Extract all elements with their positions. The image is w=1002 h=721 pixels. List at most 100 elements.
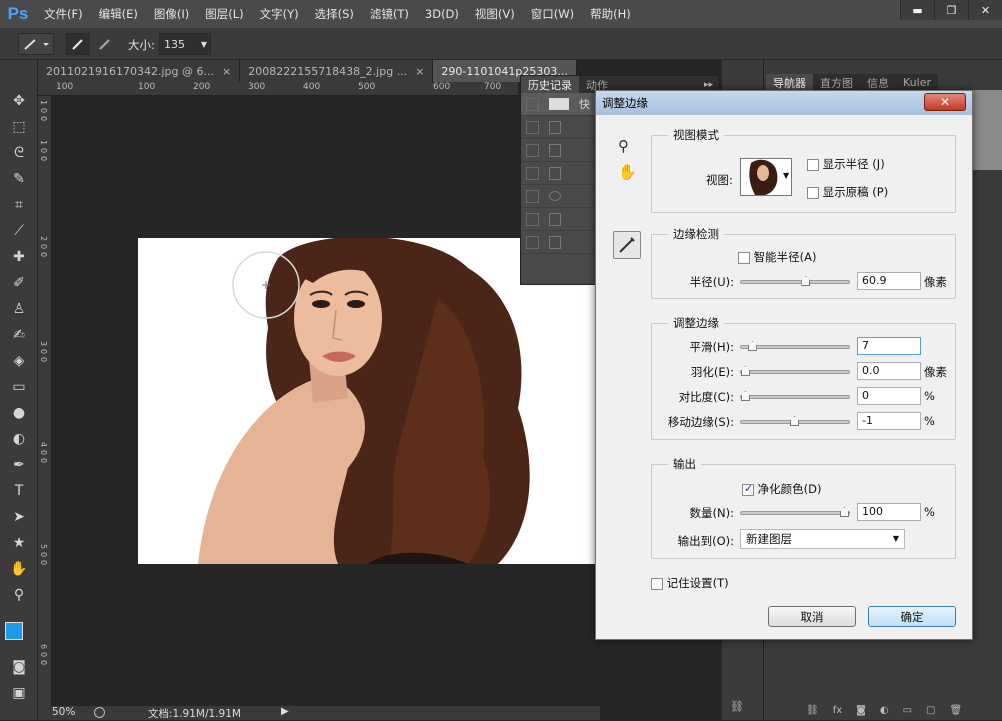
menu-help[interactable]: 帮助(H) xyxy=(582,6,639,22)
folder-icon[interactable]: ▭ xyxy=(903,705,912,720)
smooth-input[interactable]: 7 xyxy=(857,337,921,355)
show-original-option[interactable]: 显示原稿 (P) xyxy=(807,184,888,200)
smart-radius-option[interactable]: 智能半径(A) xyxy=(738,249,817,265)
link-layers-icon[interactable]: ⛓ xyxy=(806,705,819,720)
status-icon[interactable] xyxy=(94,707,105,718)
menu-3d[interactable]: 3D(D) xyxy=(417,7,467,21)
remember-settings-option[interactable]: 记住设置(T) xyxy=(651,575,729,591)
history-checkbox[interactable] xyxy=(526,212,539,226)
smooth-slider[interactable] xyxy=(740,341,850,351)
shape-tool-icon[interactable]: ★ xyxy=(6,532,32,554)
contrast-slider[interactable] xyxy=(740,391,850,401)
size-input[interactable]: 135 ▼ xyxy=(159,33,211,55)
menu-filter[interactable]: 滤镜(T) xyxy=(362,6,417,22)
history-checkbox[interactable] xyxy=(526,189,539,203)
menu-image[interactable]: 图像(I) xyxy=(146,6,197,22)
history-checkbox[interactable] xyxy=(526,235,539,249)
tab-info[interactable]: 信息 xyxy=(860,74,896,91)
tab-document-1[interactable]: 2011021916170342.jpg @ 6... × xyxy=(38,60,241,82)
amount-input[interactable]: 100 xyxy=(857,503,921,521)
feather-input[interactable]: 0.0 xyxy=(857,362,921,380)
dialog-close-button[interactable]: ✕ xyxy=(924,93,966,111)
shift-edge-slider-thumb[interactable] xyxy=(790,416,799,426)
decontaminate-checkbox[interactable] xyxy=(742,482,754,496)
hand-tool-icon[interactable]: ✋ xyxy=(618,163,637,181)
history-brush-tool-icon[interactable]: ✍ xyxy=(6,324,32,346)
brush-tool-icon[interactable]: ✐ xyxy=(6,272,32,294)
radius-input[interactable]: 60.9 xyxy=(857,272,921,290)
document-image[interactable] xyxy=(138,238,600,564)
menu-edit[interactable]: 编辑(E) xyxy=(91,6,146,22)
amount-slider-thumb[interactable] xyxy=(840,507,849,517)
show-original-checkbox[interactable] xyxy=(807,186,819,199)
quick-mask-icon[interactable]: ◙ xyxy=(6,656,32,678)
show-radius-checkbox[interactable] xyxy=(807,158,819,171)
screen-mode-icon[interactable]: ▣ xyxy=(6,682,32,704)
menu-view[interactable]: 视图(V) xyxy=(467,6,523,22)
hand-tool-icon[interactable]: ✋ xyxy=(6,558,32,580)
menu-window[interactable]: 窗口(W) xyxy=(523,6,582,22)
restore-button[interactable]: ❐ xyxy=(934,0,968,20)
crop-tool-icon[interactable]: ⌗ xyxy=(6,194,32,216)
tab-kuler[interactable]: Kuler xyxy=(896,74,938,91)
refine-radius-tool-button[interactable] xyxy=(613,231,641,259)
radius-slider-thumb[interactable] xyxy=(801,276,811,286)
mask-icon[interactable]: ◙ xyxy=(856,705,866,720)
cancel-button[interactable]: 取消 xyxy=(768,606,856,627)
blur-tool-icon[interactable]: ● xyxy=(6,402,32,424)
foreground-color-swatch[interactable] xyxy=(5,622,23,640)
pen-tool-icon[interactable]: ✒ xyxy=(6,454,32,476)
brush-preset-picker[interactable] xyxy=(18,33,54,55)
radius-slider[interactable] xyxy=(740,276,850,286)
marquee-tool-icon[interactable]: ⬚ xyxy=(6,116,32,138)
remember-settings-checkbox[interactable] xyxy=(651,577,663,590)
show-radius-option[interactable]: 显示半径 (J) xyxy=(807,156,885,172)
trash-icon[interactable]: 🗑 xyxy=(950,705,963,720)
new-layer-icon[interactable]: ▢ xyxy=(926,705,935,720)
shift-edge-input[interactable]: -1 xyxy=(857,412,921,430)
shift-edge-slider[interactable] xyxy=(740,416,850,426)
decontaminate-option[interactable]: 净化颜色(D) xyxy=(742,481,821,497)
close-window-button[interactable]: ✕ xyxy=(968,0,1002,20)
view-selector[interactable]: ▼ xyxy=(740,158,792,196)
feather-slider[interactable] xyxy=(740,366,850,376)
eyedropper-tool-icon[interactable]: ⟋ xyxy=(6,220,32,242)
path-selection-tool-icon[interactable]: ➤ xyxy=(6,506,32,528)
contrast-slider-thumb[interactable] xyxy=(741,391,750,401)
tab-history[interactable]: 历史记录 xyxy=(521,76,579,93)
history-checkbox[interactable] xyxy=(526,166,539,180)
refine-radius-tool-button[interactable] xyxy=(66,33,90,55)
gradient-tool-icon[interactable]: ▭ xyxy=(6,376,32,398)
zoom-level[interactable]: 50% xyxy=(52,706,75,718)
zoom-tool-icon[interactable]: ⚲ xyxy=(618,137,629,155)
menu-layer[interactable]: 图层(L) xyxy=(197,6,251,22)
panel-collapse-icon[interactable]: ▸▸ xyxy=(704,80,719,90)
lasso-tool-icon[interactable]: ᘓ xyxy=(6,142,32,164)
history-checkbox[interactable] xyxy=(526,120,539,134)
amount-slider[interactable] xyxy=(740,507,850,517)
zoom-tool-icon[interactable]: ⚲ xyxy=(6,584,32,606)
quick-selection-tool-icon[interactable]: ✎ xyxy=(6,168,32,190)
clone-stamp-tool-icon[interactable]: ♙ xyxy=(6,298,32,320)
minimize-button[interactable]: ▬ xyxy=(900,0,934,20)
tab-navigator[interactable]: 导航器 xyxy=(766,74,813,91)
link-icon[interactable]: ⛓ xyxy=(730,700,744,713)
tab-close-icon[interactable]: × xyxy=(415,65,424,78)
healing-brush-tool-icon[interactable]: ✚ xyxy=(6,246,32,268)
tab-close-icon[interactable]: × xyxy=(222,65,231,78)
tab-histogram[interactable]: 直方图 xyxy=(813,74,860,91)
history-checkbox[interactable] xyxy=(526,143,539,157)
menu-select[interactable]: 选择(S) xyxy=(307,6,362,22)
ok-button[interactable]: 确定 xyxy=(868,606,956,627)
smooth-slider-thumb[interactable] xyxy=(747,341,757,351)
erase-refinements-tool-button[interactable] xyxy=(93,33,117,55)
menu-file[interactable]: 文件(F) xyxy=(36,6,91,22)
move-tool-icon[interactable]: ✥ xyxy=(6,90,32,112)
output-to-select[interactable]: 新建图层 ▼ xyxy=(740,529,905,549)
eraser-tool-icon[interactable]: ◈ xyxy=(6,350,32,372)
dialog-titlebar[interactable]: 调整边缘 ✕ xyxy=(596,91,972,115)
smart-radius-checkbox[interactable] xyxy=(738,251,750,264)
tab-document-2[interactable]: 2008222155718438_2.jpg ... × xyxy=(240,60,434,82)
menu-type[interactable]: 文字(Y) xyxy=(252,6,307,22)
snapshot-checkbox[interactable] xyxy=(526,97,539,111)
